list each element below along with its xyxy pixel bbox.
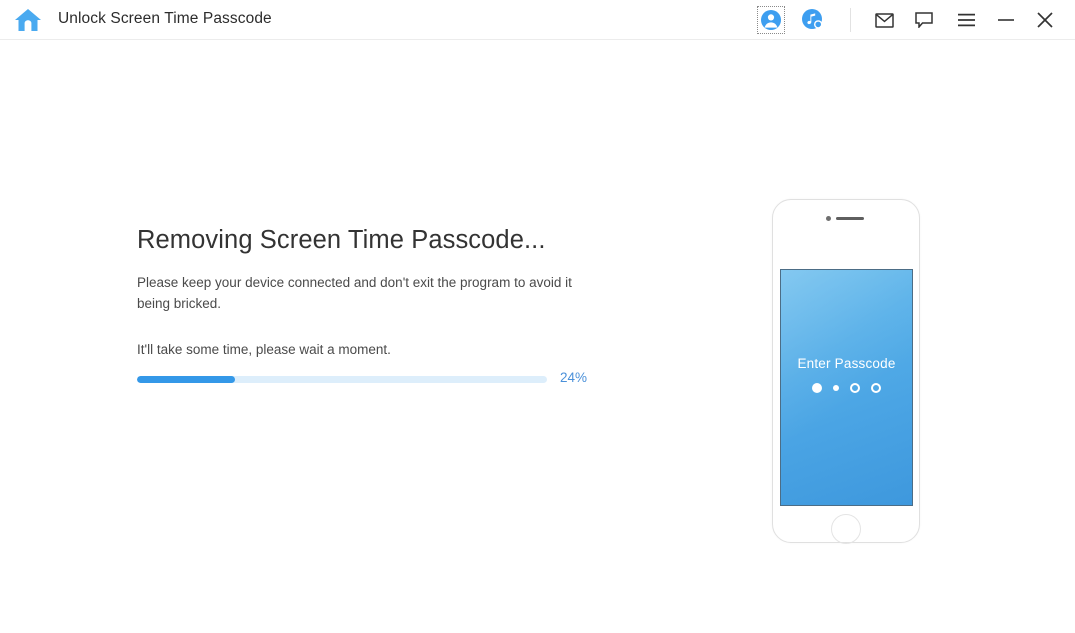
progress-percent-label: 24%	[560, 370, 587, 385]
account-button[interactable]	[754, 0, 788, 40]
passcode-dot-3	[850, 383, 860, 393]
passcode-dots	[781, 383, 912, 393]
mail-icon	[875, 13, 894, 28]
minimize-button[interactable]	[991, 0, 1021, 40]
progress-bar[interactable]	[137, 376, 547, 383]
progress-bar-fill	[137, 376, 235, 383]
wait-note: It'll take some time, please wait a mome…	[137, 342, 391, 357]
device-preview: Enter Passcode	[772, 199, 920, 543]
music-search-icon	[801, 8, 825, 32]
close-button[interactable]	[1029, 0, 1061, 40]
mail-button[interactable]	[869, 0, 899, 40]
menu-button[interactable]	[951, 0, 981, 40]
titlebar-divider	[850, 8, 851, 32]
music-search-button[interactable]	[796, 0, 830, 40]
main-content: Removing Screen Time Passcode... Please …	[0, 40, 1075, 633]
menu-icon	[957, 13, 976, 27]
device-screen: Enter Passcode	[780, 269, 913, 506]
passcode-dot-4	[871, 383, 881, 393]
account-icon	[760, 9, 782, 31]
earpiece-speaker-icon	[836, 217, 864, 220]
front-camera-icon	[826, 216, 831, 221]
feedback-icon	[915, 12, 933, 28]
passcode-dot-1	[812, 383, 822, 393]
enter-passcode-label: Enter Passcode	[781, 356, 912, 371]
titlebar-actions	[754, 0, 1075, 40]
minimize-icon	[997, 14, 1015, 26]
page-title: Removing Screen Time Passcode...	[137, 226, 546, 255]
account-focus-ring	[758, 7, 784, 33]
close-icon	[1036, 11, 1054, 29]
feedback-button[interactable]	[909, 0, 939, 40]
window-titlebar: Unlock Screen Time Passcode	[0, 0, 1075, 40]
home-icon[interactable]	[13, 6, 43, 34]
home-button-icon	[831, 514, 861, 544]
progress-row: 24%	[137, 373, 597, 393]
window-title: Unlock Screen Time Passcode	[58, 10, 272, 28]
page-description: Please keep your device connected and do…	[137, 272, 597, 314]
passcode-dot-2	[833, 385, 839, 391]
